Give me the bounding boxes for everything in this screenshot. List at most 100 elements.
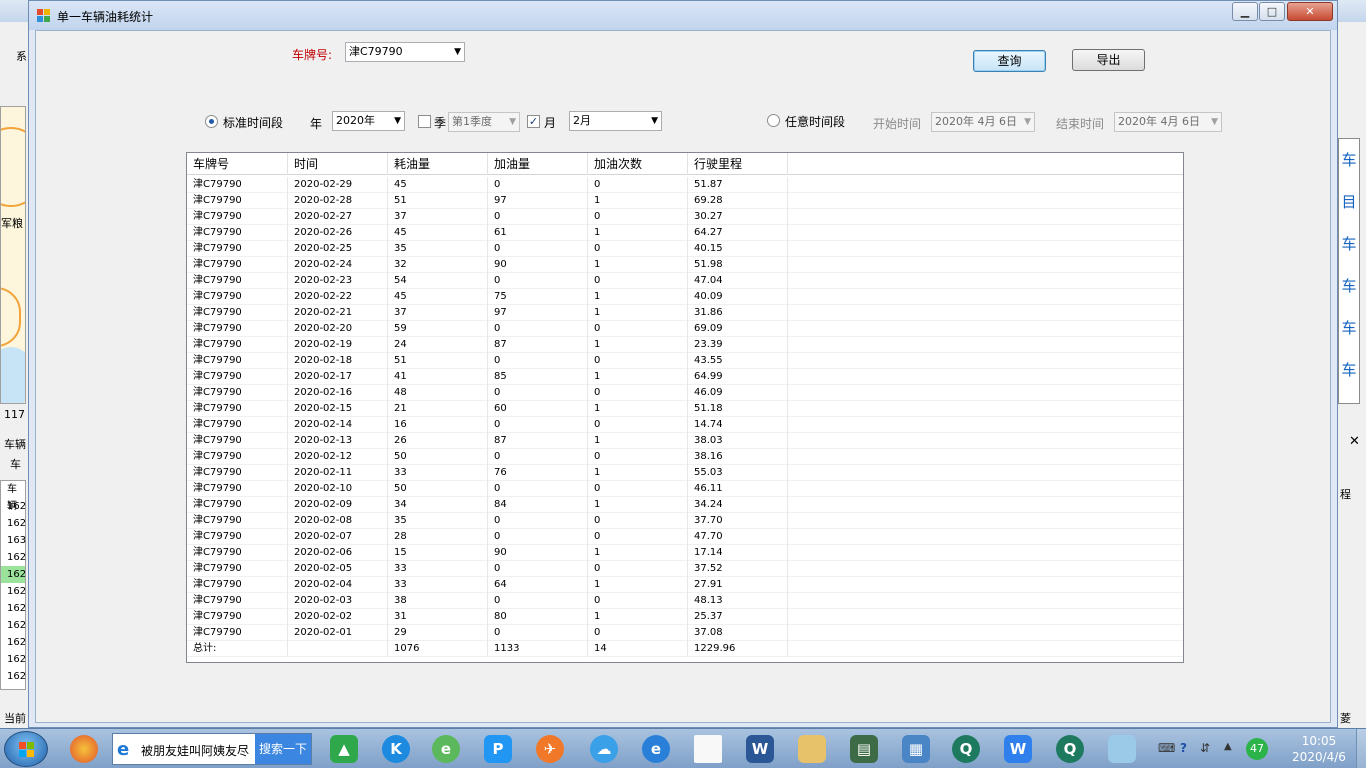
season-checkbox[interactable]: [418, 115, 431, 128]
p-app-icon[interactable]: P: [476, 733, 520, 765]
query-button[interactable]: 查询: [973, 50, 1046, 72]
browser-icon[interactable]: e: [424, 733, 468, 765]
table-row[interactable]: 津C79790 2020-02-12 50 0 0 38.16: [187, 449, 1183, 465]
monitor-app-icon[interactable]: ▤: [842, 733, 886, 765]
network-icon[interactable]: ⇵: [1200, 741, 1210, 755]
end-date-picker[interactable]: 2020年 4月 6日 ▼: [1114, 112, 1222, 132]
taskbar-search[interactable]: e 被朋友娃叫阿姨友尽 搜索一下: [112, 733, 312, 765]
table-row[interactable]: 津C79790 2020-02-22 45 75 1 40.09: [187, 289, 1183, 305]
column-header[interactable]: 时间: [288, 153, 388, 175]
table-cell: 2020-02-17: [288, 369, 388, 385]
table-row[interactable]: 津C79790 2020-02-03 38 0 0 48.13: [187, 593, 1183, 609]
table-row[interactable]: 津C79790 2020-02-15 21 60 1 51.18: [187, 401, 1183, 417]
table-row[interactable]: 津C79790 2020-02-06 15 90 1 17.14: [187, 545, 1183, 561]
table-row[interactable]: 津C79790 2020-02-16 48 0 0 46.09: [187, 385, 1183, 401]
table-row[interactable]: 津C79790 2020-02-26 45 61 1 64.27: [187, 225, 1183, 241]
month-checkbox[interactable]: ✓: [527, 115, 540, 128]
network-app-icon[interactable]: ▦: [894, 733, 938, 765]
table-row[interactable]: 津C79790 2020-02-10 50 0 0 46.11: [187, 481, 1183, 497]
cloud-app-icon[interactable]: ☁: [582, 733, 626, 765]
year-select[interactable]: 2020年 ▼: [332, 111, 405, 131]
list-item[interactable]: 162: [1, 515, 26, 532]
minimize-button[interactable]: ▁: [1232, 2, 1258, 21]
list-item[interactable]: 163: [1, 532, 26, 549]
folder-icon[interactable]: [790, 733, 834, 765]
clock[interactable]: 10:05 2020/4/6: [1284, 733, 1354, 765]
word-icon[interactable]: W: [738, 733, 782, 765]
wps-icon[interactable]: W: [996, 733, 1040, 765]
table-row[interactable]: 津C79790 2020-02-01 29 0 0 37.08: [187, 625, 1183, 641]
table-row[interactable]: 津C79790 2020-02-28 51 97 1 69.28: [187, 193, 1183, 209]
list-item[interactable]: 162: [1, 617, 26, 634]
ie-taskbar-icon[interactable]: e: [634, 733, 678, 765]
search-tool-icon[interactable]: Q: [944, 733, 988, 765]
year-label: 年: [310, 117, 323, 131]
table-row[interactable]: 津C79790 2020-02-07 28 0 0 47.70: [187, 529, 1183, 545]
keyboard-icon[interactable]: ⌨: [1158, 741, 1175, 755]
start-date-picker[interactable]: 2020年 4月 6日 ▼: [931, 112, 1035, 132]
tray-expand-icon[interactable]: ▲: [1224, 741, 1232, 752]
season-select[interactable]: 第1季度 ▼: [448, 112, 520, 132]
close-button[interactable]: ✕: [1287, 2, 1333, 21]
background-close-icon[interactable]: ✕: [1349, 434, 1360, 449]
list-item[interactable]: 162: [1, 651, 26, 668]
column-header[interactable]: 加油量: [488, 153, 588, 175]
help-icon[interactable]: ?: [1180, 741, 1187, 755]
table-row[interactable]: 津C79790 2020-02-24 32 90 1 51.98: [187, 257, 1183, 273]
fuel-data-grid[interactable]: 车牌号 时间 耗油量 加油量 加油次数 行驶里程 津C79790 2020-02-…: [186, 152, 1184, 663]
list-item[interactable]: 162: [1, 600, 26, 617]
k-app-icon[interactable]: K: [374, 733, 418, 765]
table-row[interactable]: 津C79790 2020-02-14 16 0 0 14.74: [187, 417, 1183, 433]
table-row[interactable]: 津C79790 2020-02-17 41 85 1 64.99: [187, 369, 1183, 385]
document-icon[interactable]: [686, 733, 730, 765]
search-tool-2-icon[interactable]: Q: [1048, 733, 1092, 765]
table-row[interactable]: 津C79790 2020-02-02 31 80 1 25.37: [187, 609, 1183, 625]
table-row[interactable]: 津C79790 2020-02-09 34 84 1 34.24: [187, 497, 1183, 513]
plate-select[interactable]: 津C79790 ▼: [345, 42, 465, 62]
table-row[interactable]: 津C79790 2020-02-29 45 0 0 51.87: [187, 177, 1183, 193]
list-item[interactable]: 162: [1, 549, 26, 566]
table-cell: 37.70: [688, 513, 788, 529]
maximize-button[interactable]: □: [1259, 2, 1285, 21]
color-balls-icon[interactable]: [62, 733, 106, 765]
column-header[interactable]: 行驶里程: [688, 153, 788, 175]
dialog-titlebar[interactable]: 单一车辆油耗统计 ▁ □ ✕: [29, 1, 1337, 30]
table-row[interactable]: 津C79790 2020-02-18 51 0 0 43.55: [187, 353, 1183, 369]
orange-app-icon[interactable]: ✈: [528, 733, 572, 765]
table-row[interactable]: 津C79790 2020-02-20 59 0 0 69.09: [187, 321, 1183, 337]
table-row[interactable]: 津C79790 2020-02-27 37 0 0 30.27: [187, 209, 1183, 225]
table-row[interactable]: 津C79790 2020-02-04 33 64 1 27.91: [187, 577, 1183, 593]
table-cell: 31: [388, 609, 488, 625]
start-button[interactable]: [4, 731, 48, 767]
list-item-selected[interactable]: 162: [1, 566, 26, 583]
month-select[interactable]: 2月 ▼: [569, 111, 662, 131]
show-desktop-button[interactable]: [1356, 729, 1366, 768]
notification-badge[interactable]: 47: [1246, 738, 1268, 760]
list-item[interactable]: 162: [1, 634, 26, 651]
table-row[interactable]: 津C79790 2020-02-19 24 87 1 23.39: [187, 337, 1183, 353]
background-map[interactable]: 军粮: [0, 106, 26, 404]
green-app-icon[interactable]: ▲: [322, 733, 366, 765]
table-row[interactable]: 津C79790 2020-02-23 54 0 0 47.04: [187, 273, 1183, 289]
table-row[interactable]: 津C79790 2020-02-11 33 76 1 55.03: [187, 465, 1183, 481]
background-tab-label[interactable]: 车: [10, 456, 21, 472]
search-button[interactable]: 搜索一下: [255, 734, 311, 764]
column-header[interactable]: 耗油量: [388, 153, 488, 175]
table-row[interactable]: 津C79790 2020-02-21 37 97 1 31.86: [187, 305, 1183, 321]
table-row[interactable]: 津C79790 2020-02-13 26 87 1 38.03: [187, 433, 1183, 449]
list-item[interactable]: 162: [1, 668, 26, 685]
column-header[interactable]: 车牌号: [187, 153, 288, 175]
notepad-icon[interactable]: [1100, 733, 1144, 765]
table-row[interactable]: 津C79790 2020-02-25 35 0 0 40.15: [187, 241, 1183, 257]
background-vehicle-list[interactable]: 车辆 162 162 163 162 162 162 162 162 162 1…: [0, 480, 26, 690]
export-button[interactable]: 导出: [1072, 49, 1145, 71]
list-item[interactable]: 162: [1, 498, 26, 515]
table-row[interactable]: 津C79790 2020-02-08 35 0 0 37.70: [187, 513, 1183, 529]
custom-period-radio[interactable]: [767, 114, 780, 127]
list-item[interactable]: 162: [1, 583, 26, 600]
table-row[interactable]: 津C79790 2020-02-05 33 0 0 37.52: [187, 561, 1183, 577]
standard-period-radio[interactable]: [205, 115, 218, 128]
total-row[interactable]: 总计: 1076 1133 14 1229.96: [187, 641, 1183, 657]
table-cell: 51.87: [688, 177, 788, 193]
column-header[interactable]: 加油次数: [588, 153, 688, 175]
